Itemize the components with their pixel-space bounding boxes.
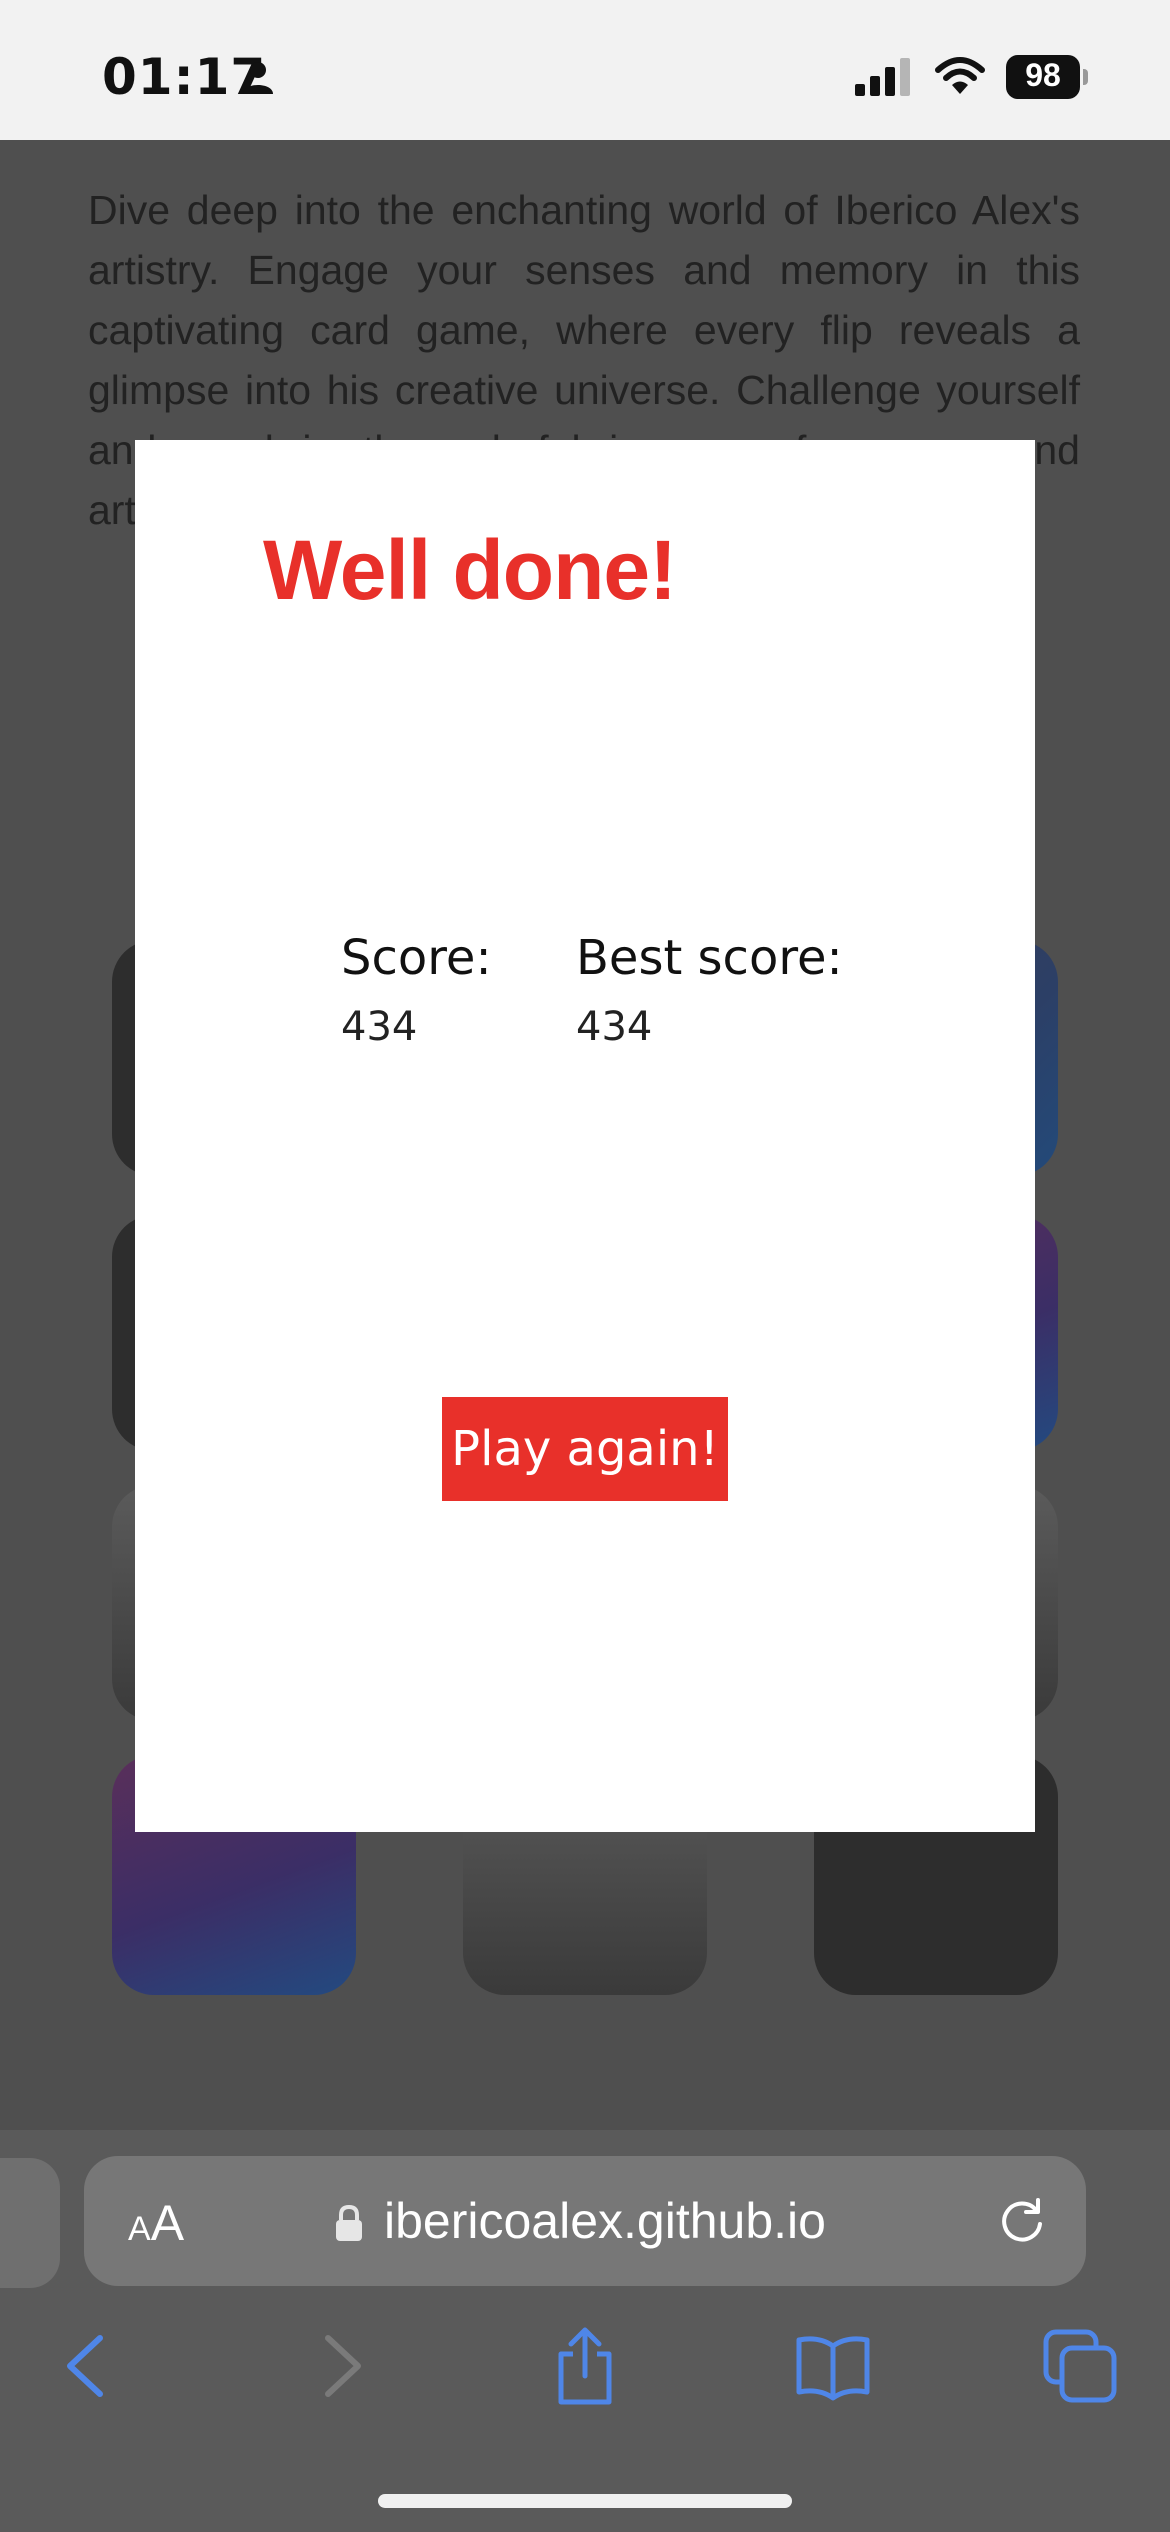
battery-level: 98	[1025, 57, 1061, 93]
best-score-block: Best score: 434	[576, 930, 843, 1050]
score-block: Score: 434	[341, 930, 492, 1050]
signal-icon	[855, 58, 910, 96]
forward-icon[interactable]	[300, 2326, 380, 2406]
battery-icon: 98	[1006, 55, 1088, 99]
browser-toolbar: AA ibericoalex.github.io	[0, 2130, 1170, 2532]
lock-icon	[336, 2204, 362, 2241]
back-icon[interactable]	[48, 2326, 128, 2406]
score-value: 434	[341, 1004, 418, 1050]
aa-small-letter: A	[128, 2210, 151, 2248]
tabs-icon[interactable]	[1040, 2326, 1120, 2406]
address-bar[interactable]: AA ibericoalex.github.io	[84, 2156, 1086, 2286]
url-text[interactable]: ibericoalex.github.io	[384, 2192, 826, 2250]
play-again-button[interactable]: Play again!	[442, 1397, 728, 1501]
wifi-icon	[935, 57, 985, 94]
home-indicator[interactable]	[378, 2494, 792, 2508]
bookmarks-icon[interactable]	[793, 2326, 873, 2406]
reader-options-button[interactable]: AA	[128, 2194, 184, 2252]
result-modal: Well done! Score: 434 Best score: 434 Pl…	[135, 440, 1035, 1832]
share-icon[interactable]	[545, 2326, 625, 2406]
score-label: Score:	[341, 930, 492, 986]
best-score-value: 434	[576, 1004, 653, 1050]
reload-icon[interactable]	[996, 2196, 1048, 2248]
previous-tab-preview[interactable]	[0, 2158, 60, 2288]
battery-tip	[1083, 69, 1088, 85]
best-score-label: Best score:	[576, 930, 843, 986]
person-icon	[243, 62, 273, 94]
modal-title: Well done!	[263, 523, 677, 617]
aa-large-letter: A	[150, 2195, 185, 2251]
status-bar: 01:17 98	[0, 0, 1170, 140]
